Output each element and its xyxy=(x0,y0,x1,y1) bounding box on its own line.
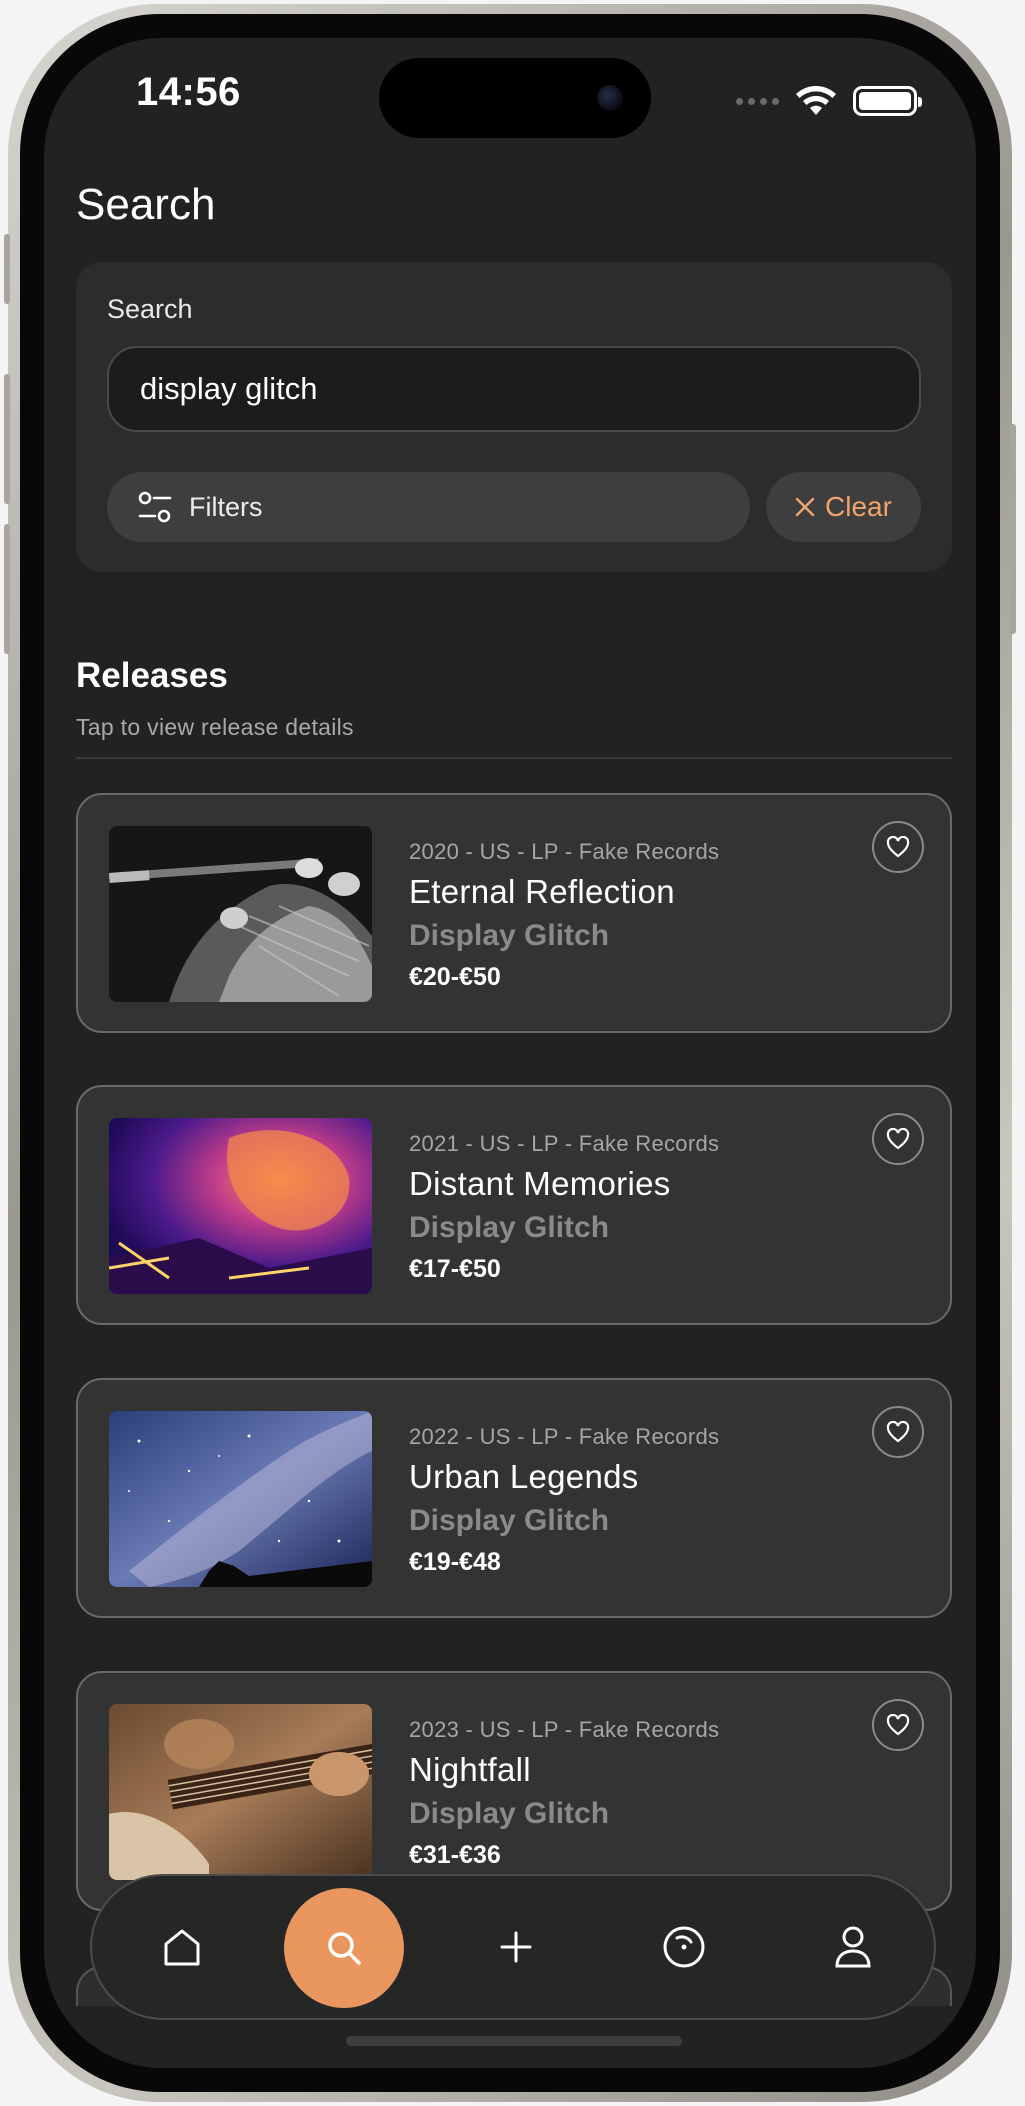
clear-label: Clear xyxy=(825,491,892,522)
profile-icon xyxy=(835,1926,871,1968)
heart-icon xyxy=(886,1128,910,1150)
tab-home[interactable] xyxy=(132,1876,232,2018)
release-title: Eternal Reflection xyxy=(409,873,675,910)
search-label: Search xyxy=(107,294,193,324)
release-meta: 2020 - US - LP - Fake Records xyxy=(409,839,720,864)
filters-label: Filters xyxy=(189,491,263,522)
favorite-button[interactable] xyxy=(872,1406,924,1458)
album-cover xyxy=(109,1118,372,1294)
release-price: €31-€36 xyxy=(409,1841,501,1869)
heart-icon xyxy=(886,1421,910,1443)
plus-icon xyxy=(500,1931,532,1963)
search-input[interactable] xyxy=(107,346,921,432)
favorite-button[interactable] xyxy=(872,1113,924,1165)
release-title: Distant Memories xyxy=(409,1165,671,1202)
release-price: €19-€48 xyxy=(409,1548,501,1576)
release-price: €20-€50 xyxy=(409,963,501,991)
tab-collection[interactable] xyxy=(634,1876,734,2018)
tab-search[interactable] xyxy=(284,1888,404,2008)
release-card[interactable]: 2021 - US - LP - Fake Records Distant Me… xyxy=(76,1085,952,1325)
release-card[interactable]: 2020 - US - LP - Fake Records Eternal Re… xyxy=(76,793,952,1033)
power-button xyxy=(1010,424,1016,634)
divider xyxy=(76,757,952,759)
release-card[interactable]: 2022 - US - LP - Fake Records Urban Lege… xyxy=(76,1378,952,1618)
volume-up-button xyxy=(4,374,10,504)
release-title: Nightfall xyxy=(409,1751,531,1788)
page-title: Search xyxy=(76,180,216,229)
home-icon xyxy=(164,1929,200,1966)
album-cover xyxy=(109,1411,372,1587)
vinyl-icon xyxy=(663,1926,705,1968)
battery-icon xyxy=(853,86,922,116)
status-time: 14:56 xyxy=(136,70,241,114)
status-icons xyxy=(736,84,922,118)
release-price: €17-€50 xyxy=(409,1255,501,1283)
favorite-button[interactable] xyxy=(872,821,924,873)
section-title: Releases xyxy=(76,656,228,695)
search-card: Search Filters Clear xyxy=(76,262,952,572)
filters-button[interactable]: Filters xyxy=(107,472,750,542)
camera-icon xyxy=(597,85,623,111)
album-cover xyxy=(109,826,372,1002)
release-artist: Display Glitch xyxy=(409,1797,610,1830)
release-meta: 2023 - US - LP - Fake Records xyxy=(409,1717,720,1742)
tab-bar xyxy=(90,1874,936,2020)
release-artist: Display Glitch xyxy=(409,919,610,952)
wifi-icon xyxy=(796,86,836,115)
tab-profile[interactable] xyxy=(803,1876,903,2018)
close-icon xyxy=(795,497,815,517)
volume-down-button xyxy=(4,524,10,654)
album-cover xyxy=(109,1704,372,1880)
action-button xyxy=(4,234,10,304)
dynamic-island xyxy=(379,58,651,138)
section-subtitle: Tap to view release details xyxy=(76,714,354,740)
release-meta: 2022 - US - LP - Fake Records xyxy=(409,1424,720,1449)
release-meta: 2021 - US - LP - Fake Records xyxy=(409,1131,720,1156)
release-artist: Display Glitch xyxy=(409,1504,610,1537)
release-title: Urban Legends xyxy=(409,1458,639,1495)
release-artist: Display Glitch xyxy=(409,1211,610,1244)
clear-button[interactable]: Clear xyxy=(766,472,921,542)
tab-add[interactable] xyxy=(466,1876,566,2018)
heart-icon xyxy=(886,1714,910,1736)
search-icon xyxy=(328,1932,361,1965)
heart-icon xyxy=(886,836,910,858)
home-indicator xyxy=(346,2036,682,2046)
favorite-button[interactable] xyxy=(872,1699,924,1751)
sliders-icon xyxy=(138,491,172,523)
cellular-signal-icon xyxy=(736,97,779,105)
